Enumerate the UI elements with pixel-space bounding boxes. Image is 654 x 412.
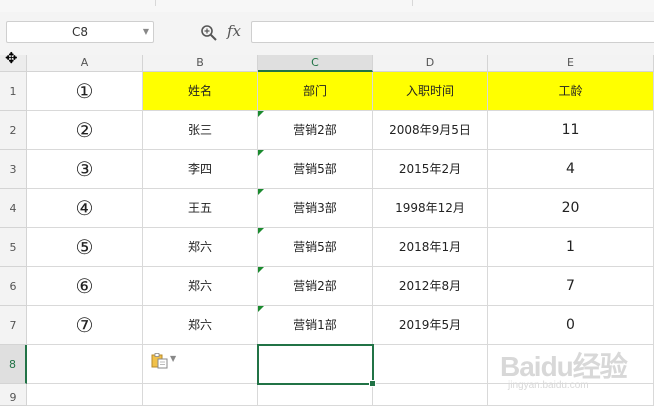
- cell-b2[interactable]: 张三: [143, 111, 258, 150]
- column-header-e[interactable]: E: [488, 55, 654, 72]
- cell-a3[interactable]: ③: [27, 150, 143, 189]
- cell-e4[interactable]: 20: [488, 189, 654, 228]
- cell-a6[interactable]: ⑥: [27, 267, 143, 306]
- cell-c3[interactable]: 营销5部: [258, 150, 373, 189]
- cell-b1[interactable]: 姓名: [143, 72, 258, 111]
- baidu-watermark-url: jingyan.baidu.com: [508, 380, 589, 391]
- cell-c5-text: 营销5部: [293, 240, 337, 254]
- cell-e3[interactable]: 4: [488, 150, 654, 189]
- cell-c6-text: 营销2部: [293, 279, 337, 293]
- row-header-4[interactable]: 4: [0, 189, 27, 228]
- cell-a4[interactable]: ④: [27, 189, 143, 228]
- row-header-3[interactable]: 3: [0, 150, 27, 189]
- error-indicator-icon: [258, 267, 264, 273]
- chevron-down-icon[interactable]: ▼: [170, 354, 176, 363]
- cell-b6[interactable]: 郑六: [143, 267, 258, 306]
- cell-b7[interactable]: 郑六: [143, 306, 258, 345]
- row-header-6[interactable]: 6: [0, 267, 27, 306]
- cell-e6[interactable]: 7: [488, 267, 654, 306]
- cell-a8[interactable]: [27, 345, 143, 384]
- error-indicator-icon: [258, 228, 264, 234]
- column-header-a[interactable]: A: [27, 55, 143, 72]
- error-indicator-icon: [258, 150, 264, 156]
- cell-d5[interactable]: 2018年1月: [373, 228, 488, 267]
- column-header-c[interactable]: C: [258, 55, 373, 72]
- ribbon-divider: [155, 0, 156, 6]
- name-box[interactable]: C8 ▼: [6, 21, 154, 43]
- cell-b4[interactable]: 王五: [143, 189, 258, 228]
- cell-a1[interactable]: ①: [27, 72, 143, 111]
- row-header-8[interactable]: 8: [0, 345, 27, 384]
- cell-d1[interactable]: 入职时间: [373, 72, 488, 111]
- move-cursor-icon: ✥: [5, 49, 18, 67]
- fill-handle[interactable]: [369, 380, 376, 387]
- cell-c2[interactable]: 营销2部: [258, 111, 373, 150]
- zoom-search-icon[interactable]: [200, 24, 218, 42]
- cell-a5[interactable]: ⑤: [27, 228, 143, 267]
- row-header-2[interactable]: 2: [0, 111, 27, 150]
- cell-e2[interactable]: 11: [488, 111, 654, 150]
- cell-b3[interactable]: 李四: [143, 150, 258, 189]
- cell-c6[interactable]: 营销2部: [258, 267, 373, 306]
- error-indicator-icon: [258, 111, 264, 117]
- cell-e1[interactable]: 工龄: [488, 72, 654, 111]
- fx-icon[interactable]: fx: [227, 22, 241, 40]
- formula-input[interactable]: [251, 21, 654, 43]
- cell-c2-text: 营销2部: [293, 123, 337, 137]
- cell-c8[interactable]: [258, 345, 373, 384]
- row-header-9[interactable]: 9: [0, 384, 27, 406]
- cell-d4[interactable]: 1998年12月: [373, 189, 488, 228]
- cell-a7[interactable]: ⑦: [27, 306, 143, 345]
- cell-d3[interactable]: 2015年2月: [373, 150, 488, 189]
- name-box-value: C8: [71, 25, 88, 39]
- cell-b9[interactable]: [143, 384, 258, 406]
- cell-c4[interactable]: 营销3部: [258, 189, 373, 228]
- cell-c7[interactable]: 营销1部: [258, 306, 373, 345]
- formula-bar: C8 ▼ fx: [0, 12, 654, 56]
- baidu-watermark-logo: Baidu经验: [500, 351, 628, 382]
- chevron-down-icon[interactable]: ▼: [143, 22, 149, 42]
- row-header-5[interactable]: 5: [0, 228, 27, 267]
- row-header-7[interactable]: 7: [0, 306, 27, 345]
- cell-d2[interactable]: 2008年9月5日: [373, 111, 488, 150]
- cell-d6[interactable]: 2012年8月: [373, 267, 488, 306]
- cell-c1[interactable]: 部门: [258, 72, 373, 111]
- cell-d9[interactable]: [373, 384, 488, 406]
- cell-e5[interactable]: 1: [488, 228, 654, 267]
- cell-a9[interactable]: [27, 384, 143, 406]
- cell-c9[interactable]: [258, 384, 373, 406]
- cell-c5[interactable]: 营销5部: [258, 228, 373, 267]
- ribbon-divider: [412, 0, 413, 6]
- cell-b5[interactable]: 郑六: [143, 228, 258, 267]
- paste-options-icon[interactable]: [150, 353, 170, 369]
- cell-c7-text: 营销1部: [293, 318, 337, 332]
- cell-d8[interactable]: [373, 345, 488, 384]
- column-header-d[interactable]: D: [373, 55, 488, 72]
- cell-a2[interactable]: ②: [27, 111, 143, 150]
- row-header-1[interactable]: 1: [0, 72, 27, 111]
- error-indicator-icon: [258, 306, 264, 312]
- cell-c4-text: 营销3部: [293, 201, 337, 215]
- error-indicator-icon: [258, 189, 264, 195]
- cell-c3-text: 营销5部: [293, 162, 337, 176]
- cell-d7[interactable]: 2019年5月: [373, 306, 488, 345]
- column-header-b[interactable]: B: [143, 55, 258, 72]
- cell-e7[interactable]: 0: [488, 306, 654, 345]
